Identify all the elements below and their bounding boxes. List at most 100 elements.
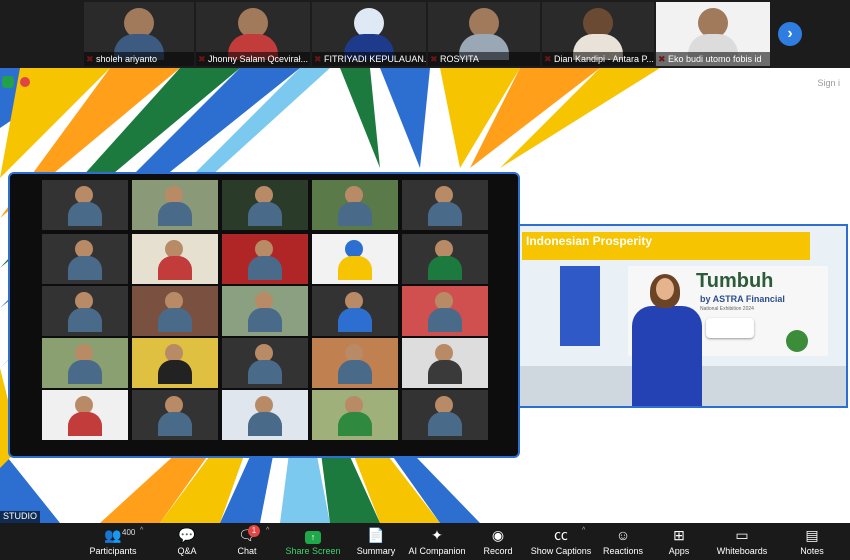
gallery-cell[interactable] <box>132 286 218 336</box>
participant-video <box>68 202 102 226</box>
gallery-cell[interactable] <box>42 390 128 440</box>
recording-icon <box>20 77 30 87</box>
notes-icon: ▤ <box>805 527 819 543</box>
qa-label: Q&A <box>177 546 197 556</box>
participant-video <box>248 202 282 226</box>
gallery-cell[interactable] <box>222 338 308 388</box>
chat-unread-badge: 1 <box>248 525 260 537</box>
plant <box>786 330 808 352</box>
gallery-cell[interactable] <box>402 286 488 336</box>
gallery-cell[interactable] <box>42 234 128 284</box>
participant-tile[interactable]: ✖ FITRIYADI KEPULAUAN... <box>312 2 426 66</box>
participant-video <box>428 202 462 226</box>
notes-label: Notes <box>800 546 824 556</box>
gallery-cell[interactable] <box>222 234 308 284</box>
qa-button[interactable]: 💬 Q&A <box>170 523 204 560</box>
share-screen-button[interactable]: ↑ Share Screen <box>284 523 342 560</box>
chat-label: Chat <box>237 546 257 556</box>
gallery-cell[interactable] <box>222 286 308 336</box>
participant-video <box>338 360 372 384</box>
presenter-video[interactable]: Tumbuh by ASTRA Financial National Exhib… <box>518 224 848 408</box>
participant-name: Eko budi utomo fobis id <box>656 52 770 66</box>
next-page-button[interactable]: › <box>778 22 802 46</box>
participant-video <box>68 412 102 436</box>
backdrop-panel <box>560 266 600 346</box>
apps-label: Apps <box>668 546 690 556</box>
reactions-button[interactable]: ☺ Reactions <box>600 523 646 560</box>
participant-video <box>68 360 102 384</box>
banner-title: Indonesian Prosperity <box>526 234 653 248</box>
gallery-cell[interactable] <box>312 390 398 440</box>
record-icon: ◉ <box>491 527 505 543</box>
gallery-cell[interactable] <box>402 390 488 440</box>
gallery-cell[interactable] <box>222 390 308 440</box>
share-screen-icon: ↑ <box>305 531 321 544</box>
gallery-cell[interactable] <box>402 338 488 388</box>
participant-name: Jhonny Salam Qcevirał... <box>196 52 310 66</box>
participant-video <box>428 412 462 436</box>
chevron-up-icon[interactable]: ^ <box>582 527 585 534</box>
participant-count: 400 <box>122 528 136 537</box>
captions-label: Show Captions <box>530 546 592 556</box>
gallery-cell[interactable] <box>402 234 488 284</box>
participant-video <box>338 202 372 226</box>
participant-tile[interactable]: ✖ sholeh ariyanto <box>84 2 194 66</box>
security-shield-icon[interactable] <box>2 76 14 88</box>
logo-tagline: National Exhibition 2024 <box>700 306 754 312</box>
gallery-cell[interactable] <box>312 338 398 388</box>
gallery-cell[interactable] <box>312 286 398 336</box>
participant-video <box>248 256 282 280</box>
whiteboards-label: Whiteboards <box>716 546 768 556</box>
participant-name: Dian Kandipi - Antara P... <box>542 52 654 66</box>
apps-button[interactable]: ⊞ Apps <box>662 523 696 560</box>
qa-icon: 💬 <box>178 527 196 543</box>
ai-companion-button[interactable]: ✦ AI Companion <box>406 523 468 560</box>
gallery-cell[interactable] <box>402 180 488 230</box>
gallery-cell[interactable] <box>42 286 128 336</box>
gallery-cell[interactable] <box>132 234 218 284</box>
participant-name: FITRIYADI KEPULAUAN... <box>312 52 426 66</box>
apps-icon: ⊞ <box>673 527 685 543</box>
participants-label: Participants <box>89 546 137 556</box>
gallery-cell[interactable] <box>42 338 128 388</box>
gallery-cell[interactable] <box>312 234 398 284</box>
chevron-up-icon[interactable]: ^ <box>266 527 269 534</box>
summary-button[interactable]: 📄 Summary <box>354 523 398 560</box>
share-screen-icon-wrap: ↑ <box>284 523 342 545</box>
notes-button[interactable]: ▤ Notes <box>794 523 830 560</box>
gallery-cell[interactable] <box>312 180 398 230</box>
chevron-up-icon[interactable]: ^ <box>140 527 143 534</box>
participant-video <box>248 412 282 436</box>
participant-video <box>158 308 192 332</box>
participant-tile[interactable]: ✖ Eko budi utomo fobis id <box>656 2 770 66</box>
participant-video <box>428 256 462 280</box>
participant-tile[interactable]: ✖ Jhonny Salam Qcevirał... <box>196 2 310 66</box>
gallery-cell[interactable] <box>222 180 308 230</box>
gallery-cell[interactable] <box>42 180 128 230</box>
studio-label: STUDIO <box>0 511 41 523</box>
participant-tile[interactable]: ✖ Dian Kandipi - Antara P... <box>542 2 654 66</box>
participant-video <box>158 202 192 226</box>
participant-video <box>68 256 102 280</box>
presenter-face <box>656 278 674 300</box>
gallery-cell[interactable] <box>132 390 218 440</box>
presenter <box>632 306 702 406</box>
participant-video <box>248 360 282 384</box>
participant-video <box>428 360 462 384</box>
tumbuh-logo: Tumbuh <box>696 270 774 292</box>
participant-video <box>68 308 102 332</box>
whiteboards-button[interactable]: ▭ Whiteboards <box>712 523 772 560</box>
record-label: Record <box>483 546 513 556</box>
participant-tile[interactable]: ✖ ROSYITA <box>428 2 540 66</box>
summary-label: Summary <box>356 546 396 556</box>
sign-in-label[interactable]: Sign i <box>813 76 844 90</box>
participant-video <box>338 412 372 436</box>
gallery-cell[interactable] <box>132 338 218 388</box>
reactions-label: Reactions <box>602 546 644 556</box>
participant-video <box>428 308 462 332</box>
record-button[interactable]: ◉ Record <box>480 523 516 560</box>
participant-video <box>158 360 192 384</box>
gallery-cell[interactable] <box>132 180 218 230</box>
participant-video <box>338 256 372 280</box>
ai-companion-label: AI Companion <box>408 546 466 556</box>
